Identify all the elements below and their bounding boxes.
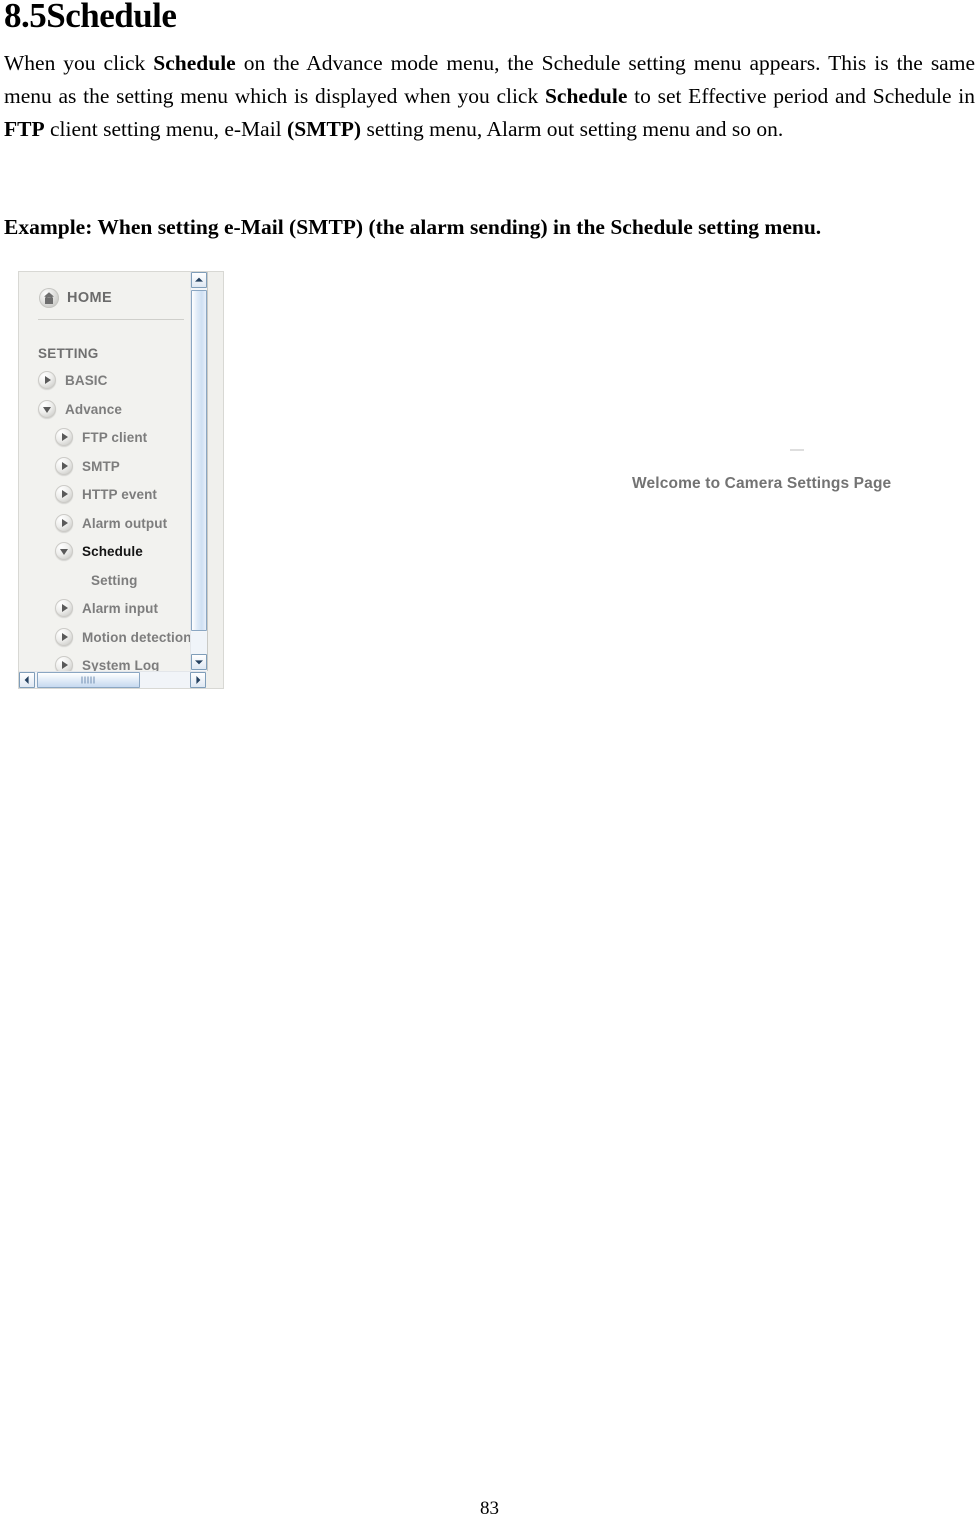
- chevron-right-icon: [196, 676, 201, 684]
- document-page: 8.5Schedule When you click Schedule on t…: [0, 0, 979, 1526]
- triangle-right-icon[interactable]: [38, 371, 56, 389]
- sidebar-item-motion-detection[interactable]: Motion detection: [55, 627, 192, 647]
- triangle-right-icon[interactable]: [55, 457, 73, 475]
- sidebar-item-label: Setting: [91, 572, 138, 588]
- menu-scroll-content: HOME SETTING BASIC Advance FTP client SMTP H…: [19, 272, 207, 672]
- page-title: 8.5Schedule: [4, 0, 177, 35]
- chevron-down-icon: [195, 660, 203, 665]
- sidebar-item-label: System Log: [82, 657, 160, 673]
- sidebar-item-label: Advance: [65, 401, 122, 417]
- sidebar-item-home[interactable]: HOME: [39, 287, 112, 309]
- triangle-down-icon[interactable]: [38, 400, 56, 418]
- sidebar-item-label: Alarm input: [82, 600, 159, 616]
- sidebar-item-schedule[interactable]: Schedule: [55, 541, 143, 561]
- sidebar-item-label: SMTP: [82, 458, 120, 474]
- scroll-left-button[interactable]: [19, 672, 35, 688]
- sidebar-item-alarm-input[interactable]: Alarm input: [55, 598, 158, 618]
- menu-divider: [38, 319, 184, 320]
- body-paragraph: When you click Schedule on the Advance m…: [4, 51, 975, 141]
- triangle-right-icon[interactable]: [55, 485, 73, 503]
- vertical-scrollbar-track[interactable]: [191, 632, 207, 654]
- scroll-right-button[interactable]: [190, 672, 206, 688]
- triangle-right-icon[interactable]: [55, 514, 73, 532]
- sidebar-item-basic[interactable]: BASIC: [38, 370, 108, 390]
- welcome-message: Welcome to Camera Settings Page: [632, 475, 892, 492]
- vertical-scrollbar[interactable]: [190, 272, 207, 672]
- scroll-up-button[interactable]: [191, 272, 207, 288]
- example-caption: Example: When setting e-Mail (SMTP) (the…: [4, 215, 822, 239]
- scroll-down-button[interactable]: [191, 654, 207, 670]
- page-number: 83: [480, 1498, 499, 1519]
- sidebar-item-advance[interactable]: Advance: [38, 399, 122, 419]
- triangle-right-icon[interactable]: [55, 628, 73, 646]
- sidebar-item-label: HTTP event: [82, 486, 158, 502]
- settings-menu-panel: HOME SETTING BASIC Advance FTP client SMTP H…: [19, 272, 208, 672]
- sidebar-item-alarm-output[interactable]: Alarm output: [55, 513, 167, 533]
- sidebar-item-label: Alarm output: [82, 515, 168, 531]
- horizontal-scrollbar-thumb[interactable]: [37, 672, 140, 688]
- sidebar-item-setting[interactable]: Setting: [91, 570, 137, 590]
- vertical-scrollbar-thumb[interactable]: [191, 290, 207, 631]
- scrollbar-corner: [206, 671, 223, 688]
- sidebar-item-http-event[interactable]: HTTP event: [55, 484, 157, 504]
- sidebar-item-label-home: HOME: [67, 290, 113, 306]
- home-icon: [39, 288, 59, 308]
- sidebar-item-label: BASIC: [65, 372, 108, 388]
- sidebar-item-ftp-client[interactable]: FTP client: [55, 427, 147, 447]
- triangle-right-icon[interactable]: [55, 599, 73, 617]
- chevron-left-icon: [24, 676, 29, 684]
- grip-icon: [81, 676, 96, 684]
- triangle-right-icon[interactable]: [55, 428, 73, 446]
- triangle-down-icon[interactable]: [55, 542, 73, 560]
- scan-artifact: [790, 449, 804, 451]
- sidebar-item-label: Motion detection: [82, 629, 192, 645]
- chevron-up-icon: [195, 277, 203, 282]
- sidebar-item-smtp[interactable]: SMTP: [55, 456, 120, 476]
- menu-section-title: SETTING: [38, 346, 99, 361]
- horizontal-scrollbar[interactable]: [19, 671, 223, 688]
- triangle-right-icon[interactable]: [55, 656, 73, 672]
- sidebar-item-label: Schedule: [82, 543, 143, 559]
- sidebar-item-system-log[interactable]: System Log: [55, 655, 160, 672]
- camera-settings-screenshot: HOME SETTING BASIC Advance FTP client SMTP H…: [18, 271, 224, 689]
- sidebar-item-label: FTP client: [82, 429, 148, 445]
